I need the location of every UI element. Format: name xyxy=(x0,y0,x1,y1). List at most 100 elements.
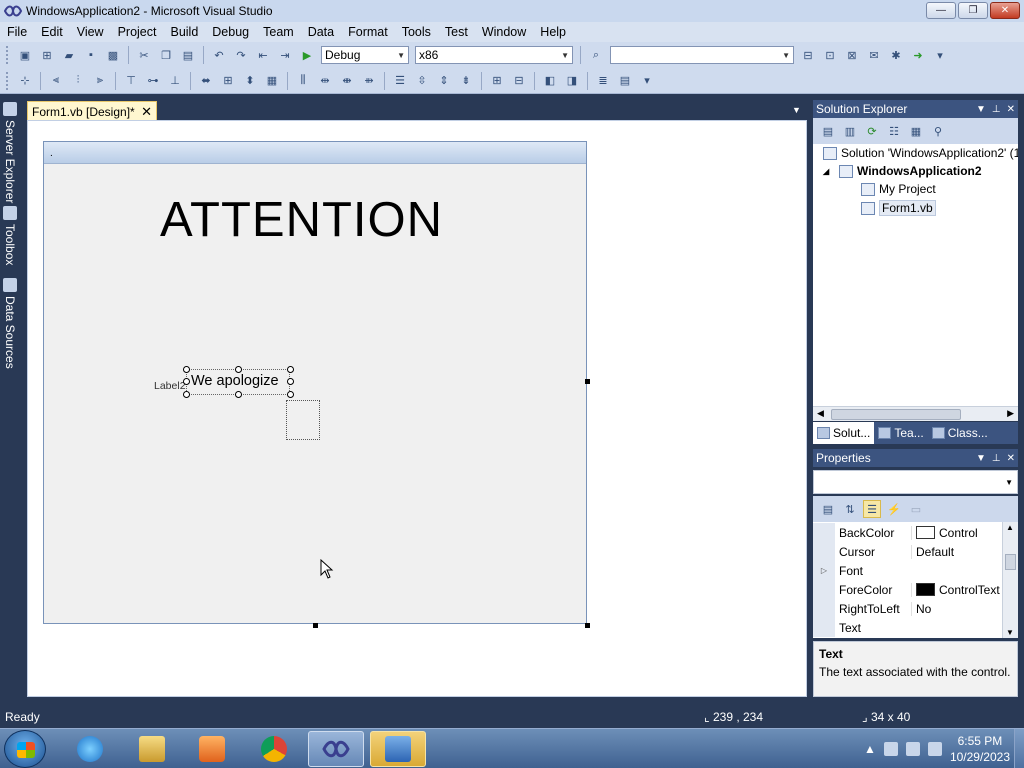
property-row-backcolor[interactable]: BackColor Control xyxy=(813,523,1003,542)
menu-view[interactable]: View xyxy=(70,25,111,39)
copy-icon[interactable]: ❐ xyxy=(157,46,175,64)
resize-handle[interactable] xyxy=(183,391,190,398)
tab-team-explorer[interactable]: Tea... xyxy=(874,422,927,444)
resize-handle[interactable] xyxy=(235,366,242,373)
solution-configuration-select[interactable]: Debug ▼ xyxy=(321,46,409,64)
expand-arrow-icon[interactable]: ▷ xyxy=(813,561,835,580)
vertical-scrollbar[interactable]: ▲ ▼ xyxy=(1002,522,1018,638)
active-files-dropdown-icon[interactable]: ▼ xyxy=(792,105,801,115)
scroll-left-icon[interactable]: ◀ xyxy=(817,408,824,419)
object-browser-icon[interactable]: ⊠ xyxy=(843,46,861,64)
start-debugging-icon[interactable]: ▶ xyxy=(298,46,316,64)
menu-build[interactable]: Build xyxy=(163,25,205,39)
make-same-height-icon[interactable]: ⬍ xyxy=(241,72,259,90)
vertical-spacing-remove-icon[interactable]: ⇟ xyxy=(457,72,475,90)
property-value[interactable]: ControlText xyxy=(939,583,1000,597)
clock[interactable]: 6:55 PM 10/29/2023 xyxy=(950,733,1010,765)
scrollbar-thumb[interactable] xyxy=(1005,554,1016,570)
size-to-grid-icon[interactable]: ⊞ xyxy=(219,72,237,90)
resize-handle[interactable] xyxy=(183,378,190,385)
resize-handle[interactable] xyxy=(287,378,294,385)
designer-surface[interactable]: . ATTENTION Label2 We apologize xyxy=(27,120,807,697)
resize-handle[interactable] xyxy=(287,366,294,373)
toolbox-tab[interactable]: Toolbox xyxy=(2,206,18,265)
align-tops-icon[interactable]: ⊤ xyxy=(122,72,140,90)
toolbar-grip[interactable] xyxy=(6,71,10,90)
auto-hide-pin-icon[interactable]: ⊥ xyxy=(992,453,1001,464)
redo-icon[interactable]: ↷ xyxy=(232,46,250,64)
property-row-text[interactable]: Text xyxy=(813,618,1003,637)
property-row-righttoleft[interactable]: RightToLeft No xyxy=(813,599,1003,618)
close-icon[interactable]: ✕ xyxy=(141,104,152,120)
find-combo[interactable]: ▼ xyxy=(610,46,794,64)
close-icon[interactable]: ✕ xyxy=(1007,453,1015,464)
navigate-backward-icon[interactable]: ⇤ xyxy=(254,46,272,64)
property-value[interactable]: Default xyxy=(916,545,954,559)
refresh-icon[interactable]: ⟳ xyxy=(863,122,881,140)
open-folder-icon[interactable]: ▰ xyxy=(60,46,78,64)
tab-solution-explorer[interactable]: Solut... xyxy=(813,422,875,444)
server-explorer-tab[interactable]: Server Explorer xyxy=(2,102,18,203)
align-middles-icon[interactable]: ⊶ xyxy=(144,72,162,90)
new-project-icon[interactable]: ▣ xyxy=(16,46,34,64)
properties-view-icon[interactable]: ☰ xyxy=(863,500,881,518)
properties-icon[interactable]: ▤ xyxy=(819,122,837,140)
taskbar-media-player[interactable] xyxy=(184,731,240,767)
tab-order-icon[interactable]: ≣ xyxy=(594,72,612,90)
form-resize-handle[interactable] xyxy=(585,379,590,384)
events-icon[interactable]: ⚡ xyxy=(885,500,903,518)
alphabetical-icon[interactable]: ⇅ xyxy=(841,500,859,518)
view-designer-icon[interactable]: ▦ xyxy=(907,122,925,140)
menu-data[interactable]: Data xyxy=(301,25,341,39)
tree-item-solution[interactable]: Solution 'WindowsApplication2' (1 projec… xyxy=(823,146,1018,160)
solution-explorer-icon[interactable]: ⊟ xyxy=(799,46,817,64)
data-sources-tab[interactable]: Data Sources xyxy=(2,278,18,369)
show-desktop-button[interactable] xyxy=(1014,729,1024,768)
properties-window-icon[interactable]: ⊡ xyxy=(821,46,839,64)
taskbar-chrome[interactable] xyxy=(246,731,302,767)
menu-team[interactable]: Team xyxy=(256,25,301,39)
start-page-icon[interactable]: ➜ xyxy=(909,46,927,64)
volume-icon[interactable] xyxy=(927,742,942,756)
document-tab-form1-design[interactable]: Form1.vb [Design]* ✕ xyxy=(27,101,157,121)
horizontal-scrollbar[interactable]: ◀ ▶ xyxy=(813,406,1018,421)
solution-platform-select[interactable]: x86 ▼ xyxy=(415,46,573,64)
toolbox-icon[interactable]: ✉ xyxy=(865,46,883,64)
object-selector-combo[interactable]: ▼ xyxy=(813,470,1018,494)
menu-format[interactable]: Format xyxy=(341,25,395,39)
minimize-button[interactable]: — xyxy=(926,2,956,19)
toolbar-options-icon[interactable]: ▾ xyxy=(931,46,949,64)
form1-designer[interactable]: . ATTENTION Label2 We apologize xyxy=(43,141,587,624)
resize-handle[interactable] xyxy=(287,391,294,398)
close-button[interactable]: ✕ xyxy=(990,2,1020,19)
horizontal-spacing-increase-icon[interactable]: ⇹ xyxy=(316,72,334,90)
tree-item-my-project[interactable]: My Project xyxy=(861,182,936,196)
menu-help[interactable]: Help xyxy=(533,25,573,39)
window-position-icon[interactable]: ▼ xyxy=(976,104,986,115)
property-value[interactable]: No xyxy=(916,602,931,616)
scroll-up-icon[interactable]: ▲ xyxy=(1006,523,1014,532)
center-vertically-icon[interactable]: ⊟ xyxy=(510,72,528,90)
tree-item-project[interactable]: ◢ WindowsApplication2 xyxy=(823,164,982,178)
form-resize-handle[interactable] xyxy=(313,623,318,628)
attention-label[interactable]: ATTENTION xyxy=(160,192,443,248)
menu-edit[interactable]: Edit xyxy=(34,25,70,39)
align-rights-icon[interactable]: ⫸ xyxy=(91,72,109,90)
find-in-files-icon[interactable]: ⌕ xyxy=(587,46,605,64)
vertical-spacing-increase-icon[interactable]: ⇳ xyxy=(413,72,431,90)
form-caption-bar[interactable]: . xyxy=(44,142,586,164)
vertical-spacing-equal-icon[interactable]: ☰ xyxy=(391,72,409,90)
lock-controls-icon[interactable]: ▤ xyxy=(616,72,634,90)
resize-handle[interactable] xyxy=(183,366,190,373)
auto-hide-pin-icon[interactable]: ⊥ xyxy=(992,104,1001,115)
paste-icon[interactable]: ▤ xyxy=(179,46,197,64)
toolbar-grip[interactable] xyxy=(6,46,10,64)
menu-file[interactable]: File xyxy=(0,25,34,39)
menu-project[interactable]: Project xyxy=(111,25,164,39)
scroll-right-icon[interactable]: ▶ xyxy=(1007,408,1014,419)
window-position-icon[interactable]: ▼ xyxy=(976,453,986,464)
show-all-files-icon[interactable]: ▥ xyxy=(841,122,859,140)
menu-test[interactable]: Test xyxy=(438,25,475,39)
menu-tools[interactable]: Tools xyxy=(395,25,438,39)
send-to-back-icon[interactable]: ◨ xyxy=(563,72,581,90)
